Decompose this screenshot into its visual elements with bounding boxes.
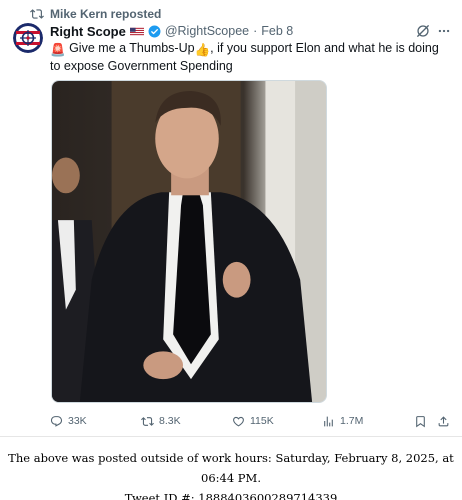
repost-count: 8.3K [159, 415, 181, 427]
posted-time-note: The above was posted outside of work hou… [8, 451, 454, 485]
photo-image [52, 81, 326, 402]
post-date[interactable]: Feb 8 [261, 24, 293, 38]
tweet-card[interactable]: Mike Kern reposted Right Scope @RightSco… [0, 0, 462, 436]
share-icon [438, 415, 449, 426]
tweet-header: Right Scope @RightScopee · Feb 8 [50, 22, 293, 40]
reply-icon [50, 415, 63, 427]
author-handle[interactable]: @RightScopee [165, 24, 249, 38]
action-bar: 33K 8.3K 115K 1.7M [50, 412, 454, 430]
tweet-id-note: Tweet ID #: 1888403600289714339 [124, 491, 338, 500]
view-count: 1.7M [340, 415, 364, 427]
bookmark-icon [416, 415, 425, 427]
grok-icon[interactable] [416, 24, 430, 38]
siren-emoji: 🚨 [50, 43, 66, 57]
tweet-text-part1: Give me a Thumbs-Up [69, 41, 195, 55]
reply-count: 33K [68, 415, 87, 427]
more-options-icon[interactable] [436, 24, 452, 38]
views-icon [324, 416, 333, 426]
author-name[interactable]: Right Scope [50, 24, 126, 39]
header-separator: · [253, 24, 258, 38]
tweet-text: 🚨 Give me a Thumbs-Up👍, if you support E… [50, 40, 450, 74]
reply-button[interactable]: 33K [50, 412, 87, 430]
views-button[interactable]: 1.7M [322, 412, 363, 430]
divider [0, 436, 462, 437]
like-button[interactable]: 115K [232, 412, 274, 430]
archive-note: The above was posted outside of work hou… [0, 448, 462, 500]
right-scope-logo-icon [13, 23, 43, 53]
bookmark-button[interactable] [414, 412, 427, 430]
us-flag-icon [129, 27, 144, 35]
repost-icon [30, 9, 44, 19]
share-button[interactable] [437, 412, 450, 430]
repost-button[interactable]: 8.3K [141, 412, 181, 430]
verified-badge-icon[interactable] [148, 25, 161, 38]
repost-indicator: Mike Kern reposted [30, 6, 161, 22]
repost-text[interactable]: Mike Kern reposted [50, 7, 161, 21]
thumbs-up-emoji: 👍 [194, 43, 211, 57]
heart-icon [233, 416, 244, 426]
avatar[interactable] [13, 23, 43, 53]
like-count: 115K [250, 415, 274, 427]
repost-action-icon [141, 416, 154, 426]
post-photo[interactable] [51, 80, 327, 403]
